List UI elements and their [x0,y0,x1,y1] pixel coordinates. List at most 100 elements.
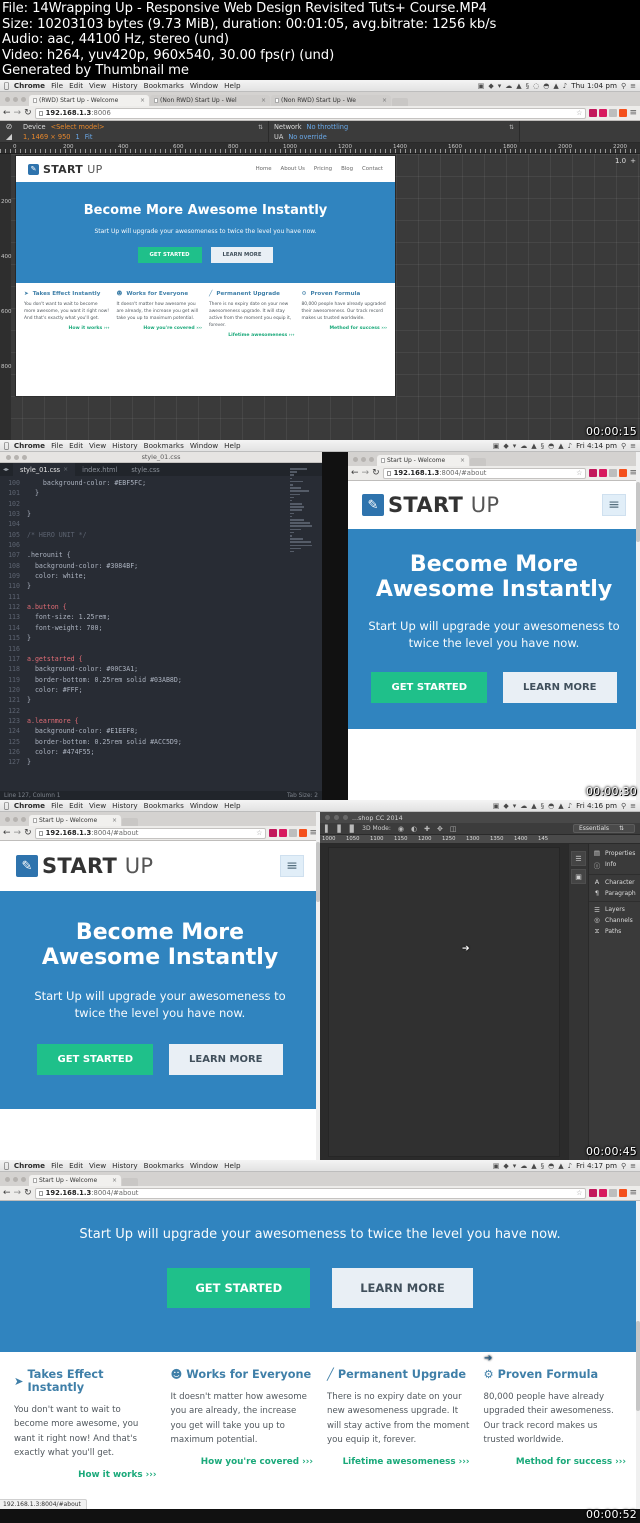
new-tab-button[interactable] [470,458,486,466]
alarm-icon[interactable]: § [541,442,545,450]
forward-icon[interactable]: → [362,468,370,478]
page-info-icon[interactable] [386,470,391,476]
menu-help[interactable]: Help [224,1161,240,1170]
skitch-icon[interactable]: ▲ [531,442,536,450]
zoom-window-button[interactable] [21,96,26,102]
tab-scroll-icon[interactable]: ◂▸ [3,466,9,473]
address-bar[interactable]: 192.168.1.3:8004/#about ☆ [34,827,267,839]
dropbox-icon[interactable]: ◆ [503,442,508,450]
minimize-window-button[interactable] [13,96,18,102]
align-left-icon[interactable]: ▌ [325,825,330,833]
feature-link[interactable]: How it works ››› [14,1470,156,1480]
bittorrent-icon[interactable]: ▾ [513,442,517,450]
menu-help[interactable]: Help [224,801,240,810]
close-icon[interactable]: × [112,817,117,824]
nav-link-contact[interactable]: Contact [362,166,383,172]
apple-icon[interactable]:  [4,801,9,810]
dropbox-icon[interactable]: ◆ [503,1162,508,1170]
code-area[interactable]: 100 background-color: #EBF5FC; 101 } 102… [0,476,322,768]
site-brand[interactable]: ✎ START UP [362,493,499,517]
page-info-icon[interactable] [38,830,43,836]
menu-chrome[interactable]: Chrome [14,1161,45,1170]
skitch-icon[interactable]: ▲ [516,82,521,90]
extension-icon-grey[interactable] [289,829,298,837]
panel-character[interactable]: A Character [589,877,640,888]
menu-view[interactable]: View [89,801,106,810]
bookmark-star-icon[interactable]: ☆ [256,829,262,837]
eject-icon[interactable]: ▲ [558,802,563,810]
menu-bookmarks[interactable]: Bookmarks [144,801,184,810]
wifi-icon[interactable]: ◓ [543,82,549,90]
code-minimap[interactable] [290,468,314,788]
alarm-icon[interactable]: § [541,802,545,810]
bookmark-star-icon[interactable]: ☆ [576,1189,582,1197]
minimize-window-button[interactable] [13,1176,18,1182]
extension-icon-grey[interactable] [609,469,618,477]
close-icon[interactable]: × [140,97,145,104]
get-started-button[interactable]: GET STARTED [37,1044,154,1076]
panel-paths[interactable]: ⧖ Paths [589,926,640,938]
menu-file[interactable]: File [51,81,63,90]
apple-icon[interactable]:  [4,441,9,450]
eject-icon[interactable]: ▲ [558,1162,563,1170]
back-icon[interactable]: ← [3,828,11,838]
browser-tab[interactable]: Start Up - Welcome × [29,1175,121,1186]
menu-chrome[interactable]: Chrome [14,441,45,450]
menu-window[interactable]: Window [190,441,218,450]
screen-record-icon[interactable]: ▣ [493,1162,500,1170]
editor-tab[interactable]: index.html [75,463,124,476]
zoom-control[interactable]: 1.0 + [615,157,636,165]
device-select-value[interactable]: <Select model> [51,123,105,131]
feature-link[interactable]: How it works ››› [24,326,110,331]
nav-link-blog[interactable]: Blog [341,166,353,172]
camera-raw-icon[interactable]: ▣ [571,869,586,884]
list-icon[interactable]: ≡ [630,442,636,450]
eject-icon[interactable]: ▲ [558,442,563,450]
chevron-down-icon[interactable]: ⇅ [509,124,514,131]
close-window-button[interactable] [5,1176,10,1182]
menu-history[interactable]: History [112,1161,138,1170]
alarm-icon[interactable]: § [526,82,530,90]
address-bar[interactable]: 192.168.1.3:8006 ☆ [34,107,587,119]
viewport-dimensions[interactable]: 1, 1469 × 950 [23,133,70,141]
address-bar[interactable]: 192.168.1.3:8004/#about ☆ [382,467,587,479]
extension-icon-orange[interactable] [299,829,308,837]
photoshop-canvas[interactable]: ➔ [320,844,568,1160]
bookmark-star-icon[interactable]: ☆ [576,109,582,117]
dropbox-icon[interactable]: ◆ [503,802,508,810]
bittorrent-icon[interactable]: ▾ [513,802,517,810]
zoom-window-button[interactable] [21,816,26,822]
feature-link[interactable]: Method for success ››› [484,1457,626,1467]
ua-override-value[interactable]: No override [288,133,326,141]
menu-file[interactable]: File [51,801,63,810]
chrome-menu-icon[interactable]: ≡ [629,108,637,118]
new-tab-button[interactable] [122,1178,138,1186]
close-window-button[interactable] [353,456,358,462]
wifi-icon[interactable]: ◓ [548,802,554,810]
screen-record-icon[interactable]: ▣ [478,82,485,90]
feature-link[interactable]: Lifetime awesomeness ››› [209,333,294,338]
zoom-in-icon[interactable]: + [630,157,636,165]
extension-icon-evernote[interactable] [599,109,608,117]
menu-history[interactable]: History [112,801,138,810]
zoom-window-button[interactable] [21,1176,26,1182]
chrome-menu-icon[interactable]: ≡ [629,1188,637,1198]
close-icon[interactable]: × [261,97,266,104]
network-throttle-value[interactable]: No throttling [307,123,349,131]
menu-view[interactable]: View [89,1161,106,1170]
reload-icon[interactable]: ↻ [24,828,32,838]
menu-edit[interactable]: Edit [69,81,83,90]
menu-edit[interactable]: Edit [69,1161,83,1170]
minimize-window-button[interactable] [334,815,339,820]
close-window-button[interactable] [5,816,10,822]
close-icon[interactable]: × [382,97,387,104]
close-window-button[interactable] [6,454,11,460]
hamburger-icon[interactable]: ≡ [280,855,304,877]
cloud-icon[interactable]: ☁ [520,802,527,810]
panel-info[interactable]: ⓘ Info [589,859,640,872]
extension-icon-orange[interactable] [619,469,628,477]
cloud-icon[interactable]: ☁ [520,442,527,450]
menu-history[interactable]: History [112,81,138,90]
extension-icon-orange[interactable] [619,109,628,117]
ruler-icon[interactable]: ◢ [6,132,12,141]
